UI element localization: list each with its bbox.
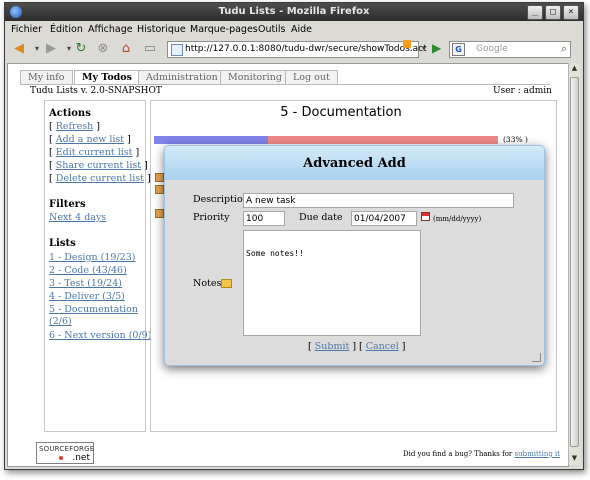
current-user: User : admin <box>493 86 552 96</box>
list-item[interactable]: 5 - Documentation (2/6) <box>49 304 139 328</box>
notes-envelope-icon <box>221 279 232 288</box>
list-title: 5 - Documentation <box>280 105 402 120</box>
logo-text-top: SOURCEFORGE <box>39 445 95 453</box>
app-version: Tudu Lists v. 2.0-SNAPSHOT <box>30 86 162 96</box>
action-share-list: [ Share current list ] <box>49 160 148 171</box>
minimize-button[interactable]: _ <box>527 5 543 20</box>
progress-percent: (33% ) <box>503 135 528 144</box>
tab-my-info[interactable]: My info <box>20 70 73 84</box>
menu-affichage[interactable]: Affichage <box>88 24 133 35</box>
scroll-up-arrow-icon[interactable]: ▲ <box>569 63 580 74</box>
search-magnifier-icon[interactable]: ⌕ <box>556 41 572 57</box>
todo-row-icon <box>155 173 164 182</box>
priority-label: Priority <box>193 212 230 223</box>
filters-heading: Filters <box>49 199 86 210</box>
list-item[interactable]: 6 - Next version (0/9) <box>49 330 151 341</box>
submit-bug-link[interactable]: submitting it <box>515 450 561 458</box>
dialog-title: Advanced Add <box>303 156 406 171</box>
sidebar: Actions [ Refresh ] [ Add a new list ] [… <box>44 100 151 432</box>
todo-row-icon <box>155 185 164 194</box>
url-text: http://127.0.0.1:8080/tudu-dwr/secure/sh… <box>185 44 427 54</box>
menu-edition[interactable]: Édition <box>50 24 83 35</box>
scroll-down-arrow-icon[interactable]: ▼ <box>569 453 580 464</box>
list-item[interactable]: 1 - Design (19/23) <box>49 252 135 263</box>
stop-icon[interactable]: ⊗ <box>95 41 111 57</box>
add-new-list-link[interactable]: Add a new list <box>56 134 124 145</box>
navigation-toolbar: ◀ ▾ ▶ ▾ ↻ ⊗ ⌂ ▭ http://127.0.0.1:8080/tu… <box>5 37 583 61</box>
tab-monitoring[interactable]: Monitoring <box>220 70 290 84</box>
lists-heading: Lists <box>49 238 76 249</box>
action-add-list: [ Add a new list ] <box>49 134 131 145</box>
submit-button[interactable]: Submit <box>315 341 350 352</box>
menu-outils[interactable]: Outils <box>258 24 285 35</box>
menu-bar: Fichier Édition Affichage Historique Mar… <box>5 21 583 37</box>
tab-underline <box>20 84 550 85</box>
url-bar[interactable]: http://127.0.0.1:8080/tudu-dwr/secure/sh… <box>167 41 427 58</box>
browser-window: Tudu Lists - Mozilla Firefox _ □ × Fichi… <box>4 2 584 470</box>
bug-report-text: Did you find a bug? Thanks for <box>403 450 513 458</box>
submit-control: [ Submit ] <box>308 341 357 352</box>
tab-log-out[interactable]: Log out <box>285 70 338 84</box>
search-box[interactable]: G Google <box>449 41 571 58</box>
url-dropdown-chevron-icon[interactable]: ▾ <box>416 41 432 57</box>
sourceforge-logo[interactable]: SOURCEFORGE .net <box>36 442 94 464</box>
due-date-label: Due date <box>299 212 343 223</box>
progress-remaining-bar <box>268 136 498 144</box>
scrollbar-thumb[interactable] <box>570 77 579 447</box>
back-arrow-icon[interactable]: ◀ <box>11 41 27 57</box>
calendar-icon[interactable] <box>421 212 430 221</box>
action-delete-list: [ Delete current list ] <box>49 173 151 184</box>
menu-historique[interactable]: Historique <box>137 24 186 35</box>
list-item[interactable]: 2 - Code (43/46) <box>49 265 127 276</box>
menu-marque-pages[interactable]: Marque-pages <box>190 24 258 35</box>
page-scrollbar[interactable]: ▲ ▼ <box>568 63 580 465</box>
logo-dot <box>59 456 63 460</box>
menu-aide[interactable]: Aide <box>291 24 312 35</box>
close-window-button[interactable]: × <box>563 5 579 20</box>
progress-done-bar <box>154 136 268 144</box>
bookmark-folder-icon[interactable]: ▭ <box>142 41 158 57</box>
action-edit-list: [ Edit current list ] <box>49 147 140 158</box>
filter-next-4-days[interactable]: Next 4 days <box>49 212 106 223</box>
due-date-format-hint: (mm/dd/yyyy) <box>433 215 482 223</box>
notes-textarea[interactable]: Some notes!! <box>243 230 421 336</box>
menu-fichier[interactable]: Fichier <box>11 24 42 35</box>
description-input[interactable]: A new task <box>243 193 514 208</box>
go-button-icon[interactable]: ▶ <box>432 41 441 55</box>
home-icon[interactable]: ⌂ <box>118 41 134 57</box>
search-placeholder: Google <box>476 44 508 54</box>
bug-report-footer: Did you find a bug? Thanks for submittin… <box>403 450 560 458</box>
google-engine-icon[interactable]: G <box>452 43 465 56</box>
todo-row-icon <box>155 209 164 218</box>
priority-input[interactable]: 100 <box>243 211 285 226</box>
actions-heading: Actions <box>49 108 91 119</box>
maximize-button[interactable]: □ <box>545 5 561 20</box>
tab-my-todos[interactable]: My Todos <box>74 70 140 85</box>
due-date-input[interactable]: 01/04/2007 <box>351 211 417 226</box>
cancel-control: [ Cancel ] <box>359 341 406 352</box>
cancel-button[interactable]: Cancel <box>366 341 399 352</box>
edit-current-list-link[interactable]: Edit current list <box>56 147 133 158</box>
action-refresh: [ Refresh ] <box>49 121 100 132</box>
description-label: Description <box>193 194 249 205</box>
notes-label: Notes <box>193 278 222 289</box>
share-current-list-link[interactable]: Share current list <box>56 160 141 171</box>
advanced-add-dialog: Advanced Add Description A new task Prio… <box>164 145 545 366</box>
title-bar: Tudu Lists - Mozilla Firefox _ □ × <box>5 3 583 21</box>
tab-administration[interactable]: Administration <box>138 70 226 84</box>
list-item[interactable]: 3 - Test (19/24) <box>49 278 122 289</box>
resize-grip-icon[interactable] <box>532 353 541 362</box>
window-title: Tudu Lists - Mozilla Firefox <box>218 6 370 17</box>
forward-arrow-icon[interactable]: ▶ <box>43 41 59 57</box>
delete-current-list-link[interactable]: Delete current list <box>56 173 144 184</box>
reload-icon[interactable]: ↻ <box>73 41 89 57</box>
rss-feed-icon[interactable] <box>403 40 411 48</box>
page-favicon-icon <box>171 44 183 56</box>
logo-text-bottom: .net <box>72 453 90 463</box>
refresh-link[interactable]: Refresh <box>56 121 93 132</box>
list-item[interactable]: 4 - Deliver (3/5) <box>49 291 125 302</box>
